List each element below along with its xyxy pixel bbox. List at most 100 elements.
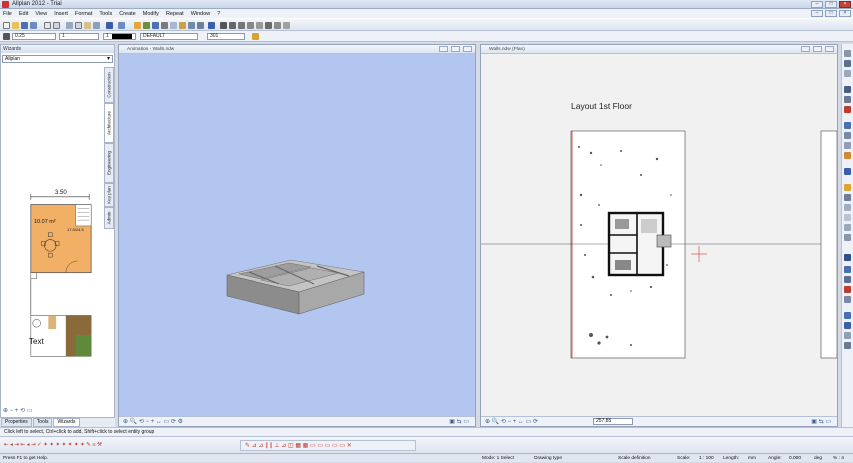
paste-icon[interactable]: [84, 22, 91, 29]
menu-repeat[interactable]: Repeat: [166, 11, 184, 17]
anim-close-icon[interactable]: [463, 46, 472, 52]
anim-maximize-icon[interactable]: [451, 46, 460, 52]
right-tool-6-icon[interactable]: [844, 106, 851, 113]
right-tool-24-icon[interactable]: [844, 322, 851, 329]
save-icon[interactable]: [21, 22, 28, 29]
render-icon[interactable]: [188, 22, 195, 29]
animation-viewport[interactable]: Animation - Walls.ndw ⊕ 🔍 ⟲ − + ↔ ▭ ⟳ ⚙ …: [118, 44, 476, 427]
menu-view[interactable]: View: [35, 11, 47, 17]
right-tool-23-icon[interactable]: [844, 312, 851, 319]
point-icon[interactable]: [274, 22, 281, 29]
right-tool-2-icon[interactable]: [844, 60, 851, 67]
sun-icon[interactable]: [197, 22, 204, 29]
menu-tools[interactable]: Tools: [99, 11, 112, 17]
right-tool-20-icon[interactable]: [844, 276, 851, 283]
doc-minimize-icon[interactable]: –: [811, 10, 823, 17]
menu-window[interactable]: Window: [191, 11, 211, 17]
format-painter-icon[interactable]: [252, 33, 259, 40]
preview-icon[interactable]: [44, 22, 51, 29]
elevation-icon[interactable]: [229, 22, 236, 29]
wizard-combo[interactable]: Allplan: [2, 55, 113, 63]
right-tool-18-icon[interactable]: [844, 254, 851, 261]
plan-minimize-icon[interactable]: [801, 46, 810, 52]
right-tool-14-icon[interactable]: [844, 204, 851, 211]
right-tool-22-icon[interactable]: [844, 296, 851, 303]
menu-edit[interactable]: Edit: [19, 11, 28, 17]
menu-file[interactable]: File: [3, 11, 12, 17]
right-tool-11-icon[interactable]: [844, 168, 851, 175]
library-icon[interactable]: [179, 22, 186, 29]
menu-create[interactable]: Create: [119, 11, 136, 17]
anim-minimize-icon[interactable]: [439, 46, 448, 52]
bottom-left-tools[interactable]: ⇤ ◂ ⇥ ⇤ ◂ ⇥ ✓ ✦ ✦ ✦ ✦ ✦ ✦ ✦ ✎ ≡ ⚒: [4, 442, 102, 448]
close-icon[interactable]: ×: [839, 1, 851, 8]
right-tool-5-icon[interactable]: [844, 96, 851, 103]
page-icon[interactable]: [53, 22, 60, 29]
panel-zoom-controls[interactable]: ⊕ − + ⟲ ▭: [3, 407, 32, 414]
copy-icon[interactable]: [75, 22, 82, 29]
menu-format[interactable]: Format: [75, 11, 92, 17]
right-tool-12-icon[interactable]: [844, 184, 851, 191]
right-tool-1-icon[interactable]: [844, 50, 851, 57]
help-icon[interactable]: [283, 22, 290, 29]
right-tool-25-icon[interactable]: [844, 332, 851, 339]
right-tool-13-icon[interactable]: [844, 194, 851, 201]
right-tool-17-icon[interactable]: [844, 234, 851, 241]
pen-field[interactable]: 0.25: [12, 33, 56, 40]
plan-maximize-icon[interactable]: [813, 46, 822, 52]
right-tool-26-icon[interactable]: [844, 342, 851, 349]
pattern-field[interactable]: 301: [207, 33, 245, 40]
dim-icon[interactable]: [238, 22, 245, 29]
tab-admin[interactable]: Admin: [104, 207, 114, 229]
right-tool-8-icon[interactable]: [844, 132, 851, 139]
layer-field[interactable]: DEFAULT: [140, 33, 198, 40]
plan-view-controls[interactable]: ▣ ⇆ ▭: [811, 418, 831, 425]
object-icon[interactable]: [161, 22, 168, 29]
fileset-icon[interactable]: [143, 22, 150, 29]
redo-icon[interactable]: [118, 22, 125, 29]
right-tool-21-icon[interactable]: [844, 286, 851, 293]
drawing-icon[interactable]: [152, 22, 159, 29]
menu-modify[interactable]: Modify: [143, 11, 159, 17]
plot-icon[interactable]: [170, 22, 177, 29]
cut-icon[interactable]: [66, 22, 73, 29]
right-tool-19-icon[interactable]: [844, 266, 851, 273]
tab-tools[interactable]: Tools: [32, 418, 53, 427]
plan-scale-field[interactable]: 257.85: [593, 418, 633, 425]
tab-properties[interactable]: Properties: [1, 418, 32, 427]
tab-wizards[interactable]: Wizards: [53, 418, 80, 427]
app-icon[interactable]: [2, 1, 9, 8]
open-icon[interactable]: [12, 22, 19, 29]
tab-engineering[interactable]: Engineering: [104, 143, 114, 183]
plan-nav-controls[interactable]: ⊕ 🔍 ⟲ − + ↔ ▭ ⟳: [485, 418, 538, 425]
doc-restore-icon[interactable]: □: [825, 10, 837, 17]
section-icon[interactable]: [220, 22, 227, 29]
doc-close-icon[interactable]: ×: [839, 10, 851, 17]
plan-viewport[interactable]: Walls.ndw (Plan) Layout 1st Floor ⊕ 🔍 ⟲ …: [480, 44, 838, 427]
delete-icon[interactable]: [93, 22, 100, 29]
right-tool-9-icon[interactable]: [844, 142, 851, 149]
snap-icon[interactable]: [256, 22, 263, 29]
navigator-icon[interactable]: [208, 22, 215, 29]
animation-view-controls[interactable]: ▣ ⇆ ▭: [449, 418, 469, 425]
snap-tools[interactable]: ✎ ⊿ ⊿ ∥ ∥ ⊥ ⊿ ◫ ▦ ▦ ▭ ▭ ▭ ▭ ▭ ✕: [245, 442, 352, 449]
plan-close-icon[interactable]: [825, 46, 834, 52]
grid-icon[interactable]: [247, 22, 254, 29]
menu-help[interactable]: ?: [217, 11, 220, 17]
tab-architecture[interactable]: Architecture: [104, 103, 114, 143]
right-tool-3-icon[interactable]: [844, 70, 851, 77]
right-tool-10-icon[interactable]: [844, 152, 851, 159]
undo-icon[interactable]: [106, 22, 113, 29]
right-tool-16-icon[interactable]: [844, 224, 851, 231]
tab-construction[interactable]: Construction: [104, 67, 114, 103]
animation-nav-controls[interactable]: ⊕ 🔍 ⟲ − + ↔ ▭ ⟳ ⚙: [123, 418, 183, 425]
maximize-icon[interactable]: □: [825, 1, 837, 8]
minimize-icon[interactable]: –: [811, 1, 823, 8]
print-icon[interactable]: [30, 22, 37, 29]
line-field[interactable]: 1: [59, 33, 99, 40]
right-tool-7-icon[interactable]: [844, 122, 851, 129]
layer-icon[interactable]: [134, 22, 141, 29]
right-tool-4-icon[interactable]: [844, 86, 851, 93]
new-icon[interactable]: [3, 22, 10, 29]
pen-icon[interactable]: [3, 33, 10, 40]
